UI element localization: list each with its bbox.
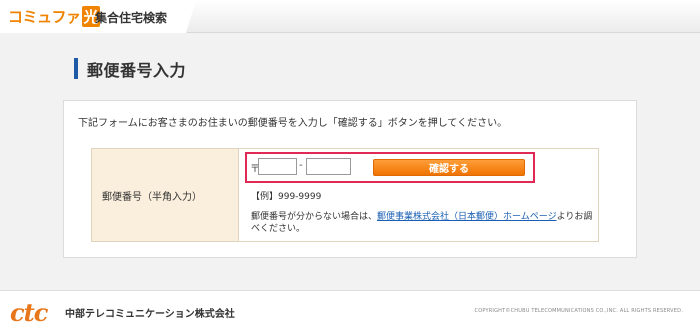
site-footer: ctc 中部テレコミュニケーション株式会社 COPYRIGHT©CHUBU TE… (0, 290, 700, 332)
site-header: コミュファ光 集合住宅検索 (0, 0, 700, 33)
page-title: 郵便番号入力 (87, 61, 187, 80)
ctc-logo[interactable]: ctc (10, 298, 48, 327)
brand-name: コミュファ (8, 8, 81, 26)
zip-separator: - (299, 160, 303, 171)
copyright-text: COPYRIGHT©CHUBU TELECOMMUNICATIONS CO.,I… (474, 308, 683, 314)
form-panel: 下記フォームにお客さまのお住まいの郵便番号を入力し「確認する」ボタンを押してくだ… (63, 100, 637, 258)
instruction-text: 下記フォームにお客さまのお住まいの郵便番号を入力し「確認する」ボタンを押してくだ… (78, 118, 508, 129)
zip-second-input[interactable] (306, 158, 351, 175)
postal-help-note: 郵便番号が分からない場合は、郵便事業株式会社（日本郵便）ホームページよりお調べく… (251, 211, 596, 235)
zip-first-input[interactable] (258, 158, 297, 175)
postal-code-value-cell: 〒 - 確認する 【例】999-9999 郵便番号が分からない場合は、郵便事業株… (239, 149, 598, 241)
postal-code-form: 郵便番号（半角入力） 〒 - 確認する 【例】999-9999 郵便番号が分から… (91, 148, 599, 242)
postal-code-label: 郵便番号（半角入力） (92, 149, 239, 241)
title-accent-bar (74, 58, 78, 79)
note-prefix: 郵便番号が分からない場合は、 (251, 212, 378, 222)
commufa-logo[interactable]: コミュファ光 (8, 6, 101, 27)
service-subtitle: 集合住宅検索 (95, 11, 168, 25)
logo-tab[interactable]: コミュファ光 集合住宅検索 (0, 0, 196, 33)
example-text: 【例】999-9999 (251, 192, 322, 202)
company-name: 中部テレコミュニケーション株式会社 (65, 309, 235, 320)
japan-post-link[interactable]: 郵便事業株式会社（日本郵便）ホームページ (377, 212, 557, 222)
confirm-button[interactable]: 確認する (373, 159, 525, 176)
